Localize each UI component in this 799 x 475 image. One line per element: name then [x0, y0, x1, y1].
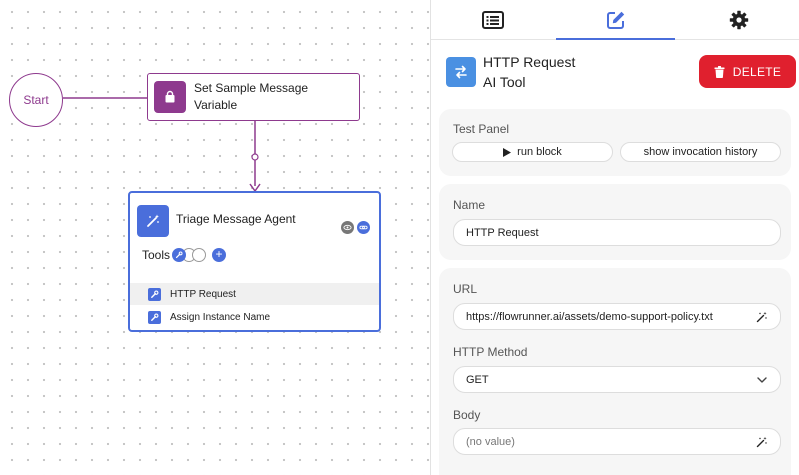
- body-field-value: (no value): [466, 435, 515, 448]
- delete-button[interactable]: DELETE: [699, 55, 796, 88]
- swap-arrows-icon: [446, 57, 476, 87]
- run-block-label: run block: [517, 146, 562, 158]
- request-config-card: URL https://flowrunner.ai/assets/demo-su…: [439, 268, 791, 475]
- delete-button-label: DELETE: [732, 64, 782, 79]
- http-method-select[interactable]: GET: [453, 366, 781, 393]
- tools-row: Tools +: [142, 248, 227, 262]
- tool-chips[interactable]: [172, 248, 207, 262]
- name-card: Name HTTP Request: [439, 184, 791, 260]
- list-icon: [481, 10, 504, 29]
- http-method-label: HTTP Method: [453, 345, 528, 359]
- tab-list[interactable]: [431, 0, 554, 39]
- edit-icon: [606, 11, 624, 29]
- http-method-value: GET: [466, 373, 489, 386]
- tool-item-assign-instance-name[interactable]: Assign Instance Name: [130, 306, 379, 328]
- play-icon: [503, 147, 512, 157]
- tool-item-http-request[interactable]: HTTP Request: [130, 283, 379, 305]
- run-block-button[interactable]: run block: [452, 142, 613, 162]
- wrench-icon: [172, 248, 187, 262]
- tool-item-label: HTTP Request: [170, 288, 236, 300]
- properties-panel: HTTP Request AI Tool DELETE Test Panel r…: [430, 0, 799, 475]
- agent-node-title: Triage Message Agent: [176, 212, 296, 226]
- tool-item-label: Assign Instance Name: [170, 311, 271, 323]
- show-invocation-history-label: show invocation history: [643, 146, 758, 158]
- agent-badges: [341, 221, 370, 234]
- url-field[interactable]: https://flowrunner.ai/assets/demo-suppor…: [453, 303, 781, 330]
- set-variable-node-label: Set Sample Message Variable: [194, 81, 309, 112]
- bag-icon: [154, 81, 186, 113]
- agent-node[interactable]: Triage Message Agent Tools + HTTP Reques…: [128, 191, 381, 332]
- wrench-icon: [148, 287, 161, 301]
- set-variable-node[interactable]: Set Sample Message Variable: [147, 73, 360, 121]
- name-label: Name: [453, 198, 486, 212]
- eye-icon[interactable]: [341, 221, 354, 234]
- body-label: Body: [453, 408, 481, 422]
- test-panel-label: Test Panel: [453, 122, 510, 136]
- gear-icon: [729, 10, 748, 29]
- wrench-icon: [148, 310, 161, 324]
- link-icon[interactable]: [357, 221, 370, 234]
- body-field[interactable]: (no value): [453, 428, 781, 455]
- magic-wand-icon: [137, 205, 169, 237]
- url-field-value: https://flowrunner.ai/assets/demo-suppor…: [466, 310, 713, 323]
- name-field[interactable]: HTTP Request: [453, 219, 781, 246]
- tools-label: Tools: [142, 248, 171, 262]
- block-title: HTTP Request: [483, 54, 576, 70]
- tab-edit[interactable]: [554, 0, 677, 40]
- url-label: URL: [453, 282, 478, 296]
- trash-icon: [714, 65, 725, 78]
- magic-wand-icon[interactable]: [756, 311, 768, 323]
- chevron-down-icon: [756, 374, 768, 386]
- panel-tabs: [431, 0, 799, 40]
- tab-settings[interactable]: [677, 0, 799, 39]
- start-node[interactable]: Start: [9, 73, 63, 127]
- start-node-label: Start: [23, 93, 49, 107]
- add-tool-button[interactable]: +: [212, 248, 227, 262]
- tool-chip: [192, 248, 207, 262]
- magic-wand-icon[interactable]: [756, 436, 768, 448]
- block-subtitle: AI Tool: [483, 74, 526, 90]
- test-panel-card: Test Panel run block show invocation his…: [439, 109, 791, 176]
- show-invocation-history-button[interactable]: show invocation history: [620, 142, 781, 162]
- flow-canvas[interactable]: Start Set Sample Message Variable Triage…: [0, 0, 430, 475]
- name-field-value: HTTP Request: [466, 226, 539, 239]
